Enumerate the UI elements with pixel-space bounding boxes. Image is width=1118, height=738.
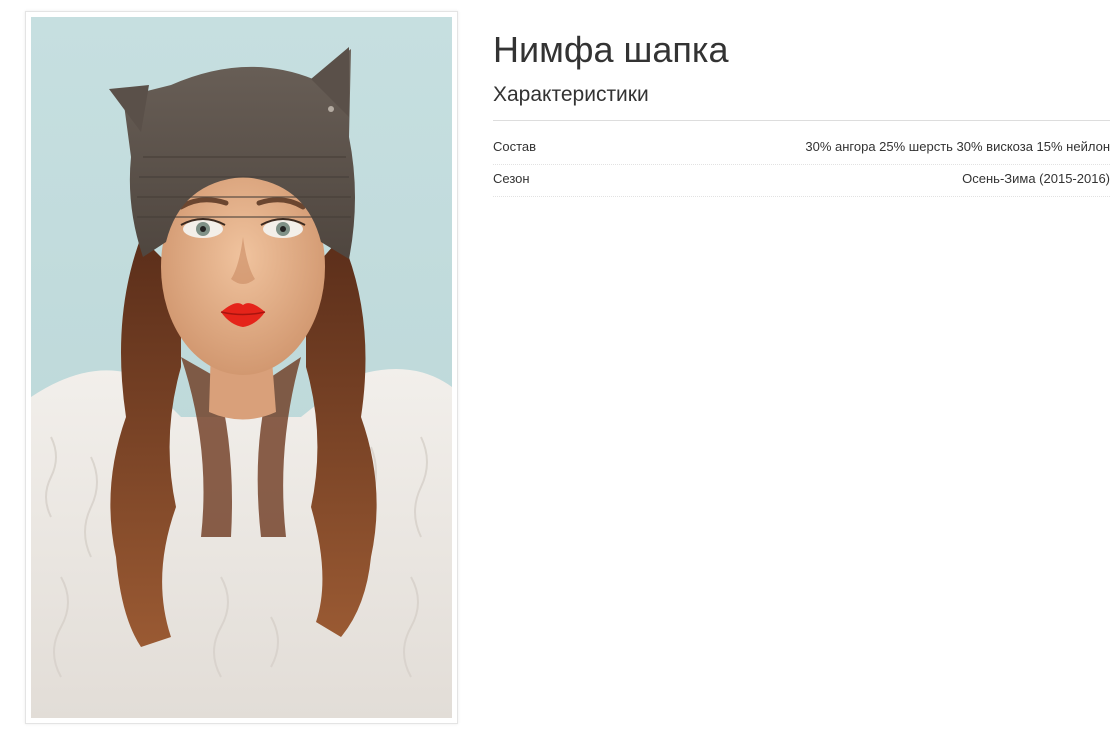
spec-value: 30% ангора 25% шерсть 30% вискоза 15% не… xyxy=(805,139,1110,154)
spec-row-composition: Состав 30% ангора 25% шерсть 30% вискоза… xyxy=(493,135,1110,165)
specs-heading: Характеристики xyxy=(493,82,1110,121)
spec-row-season: Сезон Осень-Зима (2015-2016) xyxy=(493,167,1110,197)
spec-value: Осень-Зима (2015-2016) xyxy=(962,171,1110,186)
product-info: Нимфа шапка Характеристики Состав 30% ан… xyxy=(493,28,1110,199)
product-page: Нимфа шапка Характеристики Состав 30% ан… xyxy=(0,0,1118,738)
product-photo[interactable] xyxy=(31,17,452,718)
product-photo-frame xyxy=(25,11,458,724)
spec-name: Сезон xyxy=(493,171,530,186)
specs-list: Состав 30% ангора 25% шерсть 30% вискоза… xyxy=(493,135,1110,197)
spec-name: Состав xyxy=(493,139,537,154)
product-title: Нимфа шапка xyxy=(493,29,729,70)
